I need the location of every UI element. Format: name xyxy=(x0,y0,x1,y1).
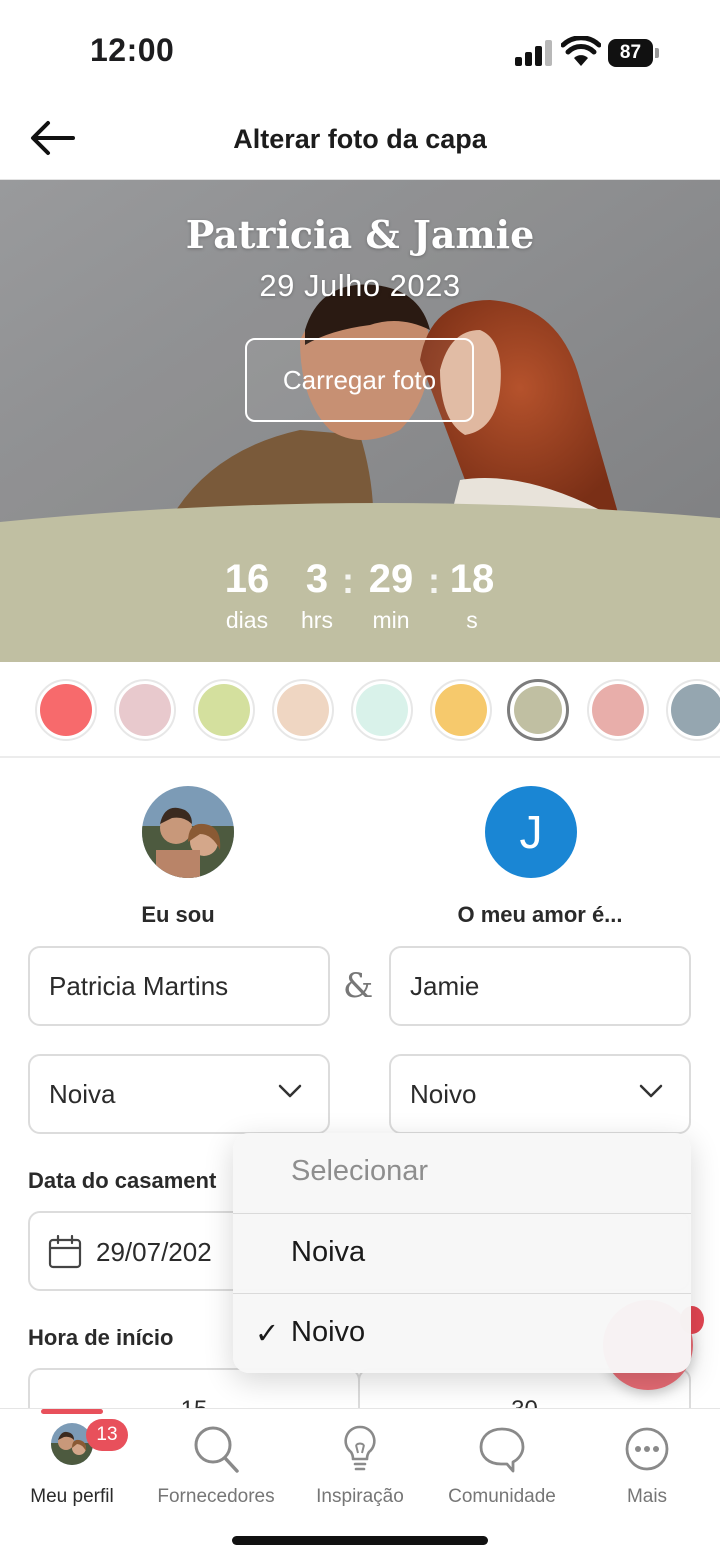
color-swatch[interactable] xyxy=(587,679,649,741)
color-swatch[interactable] xyxy=(193,679,255,741)
cover-section: Patricia & Jamie 29 Julho 2023 Carregar … xyxy=(0,180,720,662)
chat-bubble-icon xyxy=(479,1427,525,1473)
countdown-minutes: 29 min xyxy=(368,557,414,633)
countdown-days: 16 dias xyxy=(224,557,270,633)
checkmark-icon: ✓ xyxy=(255,1318,280,1350)
calendar-icon xyxy=(48,1235,82,1269)
couple-names: Patricia & Jamie xyxy=(185,212,535,257)
role-dropdown-menu: Selecionar Noiva ✓ Noivo xyxy=(233,1133,691,1373)
color-swatch[interactable] xyxy=(272,679,334,741)
active-tab-indicator xyxy=(41,1409,103,1414)
upload-photo-button[interactable]: Carregar foto xyxy=(245,338,474,422)
dropdown-placeholder[interactable]: Selecionar xyxy=(233,1133,691,1213)
my-role-select[interactable]: Noiva xyxy=(28,1054,330,1134)
countdown-hours: 3 hrs xyxy=(301,557,333,633)
color-swatch[interactable] xyxy=(430,679,492,741)
my-name-input[interactable]: Patricia Martins xyxy=(28,946,330,1026)
ampersand: & xyxy=(343,966,374,1006)
color-swatch[interactable] xyxy=(351,679,413,741)
partner-role-select[interactable]: Noivo xyxy=(389,1054,691,1134)
tab-inspiracao[interactable]: Inspiração xyxy=(288,1423,432,1508)
wifi-icon xyxy=(561,36,601,66)
countdown-separator: : xyxy=(342,560,354,601)
battery-icon: 87 xyxy=(608,39,659,67)
couple-photo xyxy=(142,786,234,878)
cellular-signal-icon xyxy=(515,40,553,66)
color-swatch[interactable] xyxy=(507,679,569,741)
tab-mais[interactable]: Mais xyxy=(575,1423,719,1508)
top-bar: Alterar foto da capa xyxy=(0,100,720,180)
me-label: Eu sou xyxy=(141,902,215,927)
status-bar: 12:00 87 xyxy=(0,0,720,100)
chevron-down-icon xyxy=(278,1084,302,1098)
partner-role-value: Noivo xyxy=(410,1078,477,1109)
wedding-date-label: Data do casament xyxy=(28,1168,217,1193)
lightbulb-icon xyxy=(344,1425,376,1471)
color-swatch-picker xyxy=(0,662,720,758)
start-time-label: Hora de início xyxy=(28,1325,174,1350)
color-swatch[interactable] xyxy=(666,679,720,741)
home-indicator xyxy=(232,1536,488,1545)
countdown-seconds: 18 s xyxy=(449,557,495,633)
color-swatch[interactable] xyxy=(114,679,176,741)
tab-comunidade[interactable]: Comunidade xyxy=(430,1423,574,1508)
countdown-separator: : xyxy=(428,560,440,601)
dropdown-option-noiva[interactable]: Noiva xyxy=(233,1213,691,1293)
wedding-date-value: 29/07/202 xyxy=(96,1237,212,1267)
color-swatch[interactable] xyxy=(35,679,97,741)
tab-fornecedores[interactable]: Fornecedores xyxy=(144,1423,288,1508)
dropdown-option-noivo[interactable]: ✓ Noivo xyxy=(233,1293,691,1373)
partner-name-input[interactable]: Jamie xyxy=(389,946,691,1026)
partner-label: O meu amor é... xyxy=(457,902,623,927)
battery-level: 87 xyxy=(608,39,653,67)
page-title: Alterar foto da capa xyxy=(233,124,487,154)
more-icon xyxy=(625,1427,669,1471)
countdown: 16 dias 3 hrs : 29 min : 18 s xyxy=(0,502,720,662)
notification-badge: 13 xyxy=(86,1419,128,1451)
partner-avatar[interactable]: J xyxy=(485,786,577,878)
my-avatar[interactable] xyxy=(142,786,234,878)
search-icon xyxy=(194,1426,239,1473)
wedding-date: 29 Julho 2023 xyxy=(259,268,461,303)
my-role-value: Noiva xyxy=(49,1078,116,1109)
status-time: 12:00 xyxy=(90,32,175,68)
chevron-down-icon xyxy=(639,1084,663,1098)
